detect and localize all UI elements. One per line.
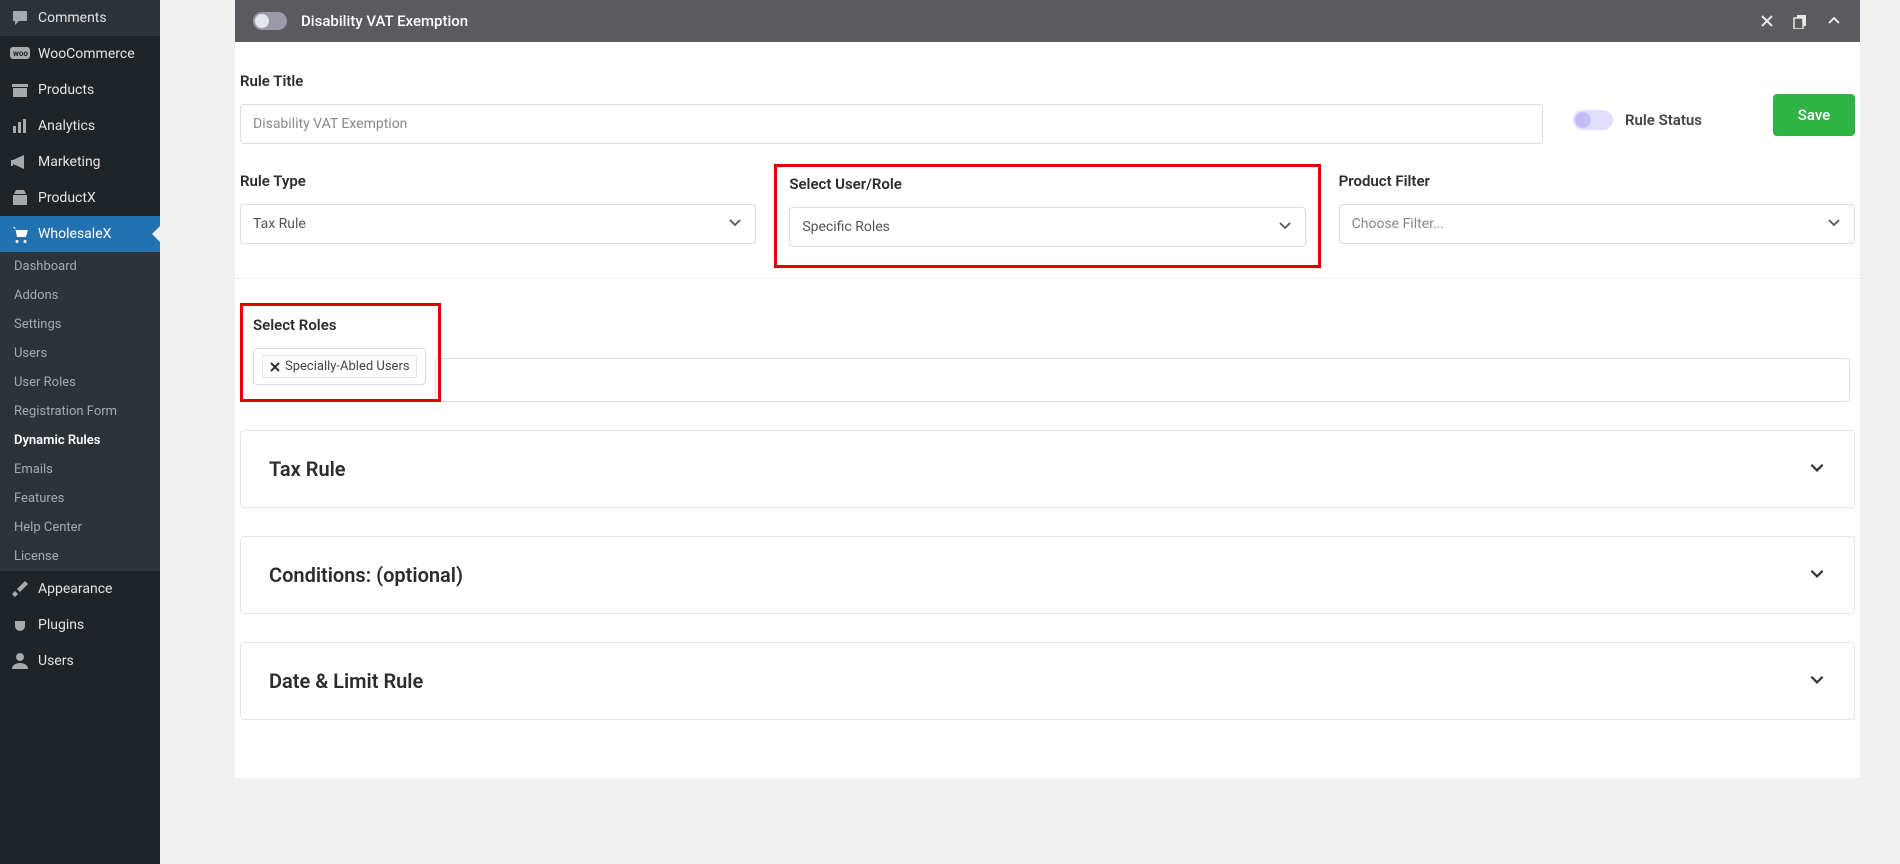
chevron-down-icon bbox=[1808, 670, 1826, 692]
select-user-value: Specific Roles bbox=[802, 219, 890, 235]
accordion-tax-rule[interactable]: Tax Rule bbox=[240, 430, 1855, 508]
rule-panel: Disability VAT Exemption Rule Title Dis bbox=[235, 0, 1860, 778]
chevron-down-icon bbox=[1808, 564, 1826, 586]
role-tag: Specially-Abled Users bbox=[262, 355, 417, 378]
panel-title: Disability VAT Exemption bbox=[301, 12, 1746, 30]
accordion-date-limit[interactable]: Date & Limit Rule bbox=[240, 642, 1855, 720]
row-selectors: Rule Type Tax Rule Select User/Role Spec… bbox=[235, 172, 1860, 279]
submenu-addons[interactable]: Addons bbox=[0, 281, 160, 310]
brush-icon bbox=[10, 579, 30, 599]
accordion-title: Tax Rule bbox=[269, 457, 346, 481]
submenu-users[interactable]: Users bbox=[0, 339, 160, 368]
panel-header: Disability VAT Exemption bbox=[235, 0, 1860, 42]
product-filter-label: Product Filter bbox=[1339, 172, 1855, 190]
sidebar-item-plugins[interactable]: Plugins bbox=[0, 607, 160, 643]
chevron-up-icon[interactable] bbox=[1826, 13, 1842, 29]
sidebar-item-productx[interactable]: ProductX bbox=[0, 180, 160, 216]
sidebar-label: Comments bbox=[38, 10, 107, 26]
sidebar-item-woocommerce[interactable]: woo WooCommerce bbox=[0, 36, 160, 72]
sidebar-submenu: Dashboard Addons Settings Users User Rol… bbox=[0, 252, 160, 571]
rule-type-label: Rule Type bbox=[240, 172, 756, 190]
sidebar-label: Products bbox=[38, 82, 94, 98]
sidebar-item-products[interactable]: Products bbox=[0, 72, 160, 108]
copy-icon[interactable] bbox=[1792, 13, 1808, 29]
sidebar-label: Analytics bbox=[38, 118, 95, 134]
shopping-icon bbox=[10, 188, 30, 208]
sidebar-item-users[interactable]: Users bbox=[0, 643, 160, 679]
sidebar-label: Marketing bbox=[38, 154, 101, 170]
submenu-user-roles[interactable]: User Roles bbox=[0, 368, 160, 397]
rule-type-value: Tax Rule bbox=[253, 216, 306, 232]
main-content: Disability VAT Exemption Rule Title Dis bbox=[160, 0, 1900, 864]
submenu-help-center[interactable]: Help Center bbox=[0, 513, 160, 542]
group-rule-title: Rule Title Disability VAT Exemption bbox=[240, 72, 1543, 144]
accordion-title: Conditions: (optional) bbox=[269, 563, 463, 587]
chevron-down-icon bbox=[727, 214, 743, 234]
cart-icon bbox=[10, 224, 30, 244]
select-user-label: Select User/Role bbox=[789, 175, 1305, 193]
group-product-filter: Product Filter Choose Filter... bbox=[1339, 172, 1855, 250]
rule-title-label: Rule Title bbox=[240, 72, 1543, 90]
sidebar-label: Plugins bbox=[38, 617, 84, 633]
megaphone-icon bbox=[10, 152, 30, 172]
roles-input-extension[interactable] bbox=[435, 358, 1850, 402]
submenu-dynamic-rules[interactable]: Dynamic Rules bbox=[0, 426, 160, 455]
submenu-registration-form[interactable]: Registration Form bbox=[0, 397, 160, 426]
chevron-down-icon bbox=[1277, 217, 1293, 237]
rule-status-label: Rule Status bbox=[1625, 111, 1702, 129]
submenu-license[interactable]: License bbox=[0, 542, 160, 571]
user-icon bbox=[10, 651, 30, 671]
panel-toggle[interactable] bbox=[253, 12, 287, 30]
rule-title-input[interactable]: Disability VAT Exemption bbox=[240, 104, 1543, 144]
sidebar-label: ProductX bbox=[38, 190, 96, 206]
product-filter-select[interactable]: Choose Filter... bbox=[1339, 204, 1855, 244]
sidebar-item-comments[interactable]: Comments bbox=[0, 0, 160, 36]
woo-icon: woo bbox=[10, 44, 30, 64]
select-roles-highlight: Select Roles Specially-Abled Users bbox=[240, 303, 441, 402]
product-filter-value: Choose Filter... bbox=[1352, 216, 1444, 232]
chevron-down-icon bbox=[1826, 214, 1842, 234]
archive-icon bbox=[10, 80, 30, 100]
chart-icon bbox=[10, 116, 30, 136]
select-user-select[interactable]: Specific Roles bbox=[789, 207, 1305, 247]
sidebar-item-wholesalex[interactable]: WholesaleX bbox=[0, 216, 160, 252]
admin-sidebar: Comments woo WooCommerce Products Analyt… bbox=[0, 0, 160, 864]
accordion-title: Date & Limit Rule bbox=[269, 669, 423, 693]
submenu-dashboard[interactable]: Dashboard bbox=[0, 252, 160, 281]
roles-tag-input[interactable]: Specially-Abled Users bbox=[253, 348, 426, 385]
sidebar-item-marketing[interactable]: Marketing bbox=[0, 144, 160, 180]
role-tag-label: Specially-Abled Users bbox=[285, 359, 410, 374]
remove-tag-icon[interactable] bbox=[269, 361, 281, 373]
rule-type-select[interactable]: Tax Rule bbox=[240, 204, 756, 244]
sidebar-label: Users bbox=[38, 653, 74, 669]
svg-text:woo: woo bbox=[13, 49, 28, 58]
group-rule-status: Rule Status bbox=[1573, 72, 1743, 144]
submenu-emails[interactable]: Emails bbox=[0, 455, 160, 484]
group-rule-type: Rule Type Tax Rule bbox=[240, 172, 756, 250]
row-roles: Select Roles Specially-Abled Users bbox=[235, 279, 1860, 430]
sidebar-label: Appearance bbox=[38, 581, 112, 597]
submenu-features[interactable]: Features bbox=[0, 484, 160, 513]
submenu-settings[interactable]: Settings bbox=[0, 310, 160, 339]
sidebar-item-analytics[interactable]: Analytics bbox=[0, 108, 160, 144]
chevron-down-icon bbox=[1808, 458, 1826, 480]
close-icon[interactable] bbox=[1760, 14, 1774, 28]
rule-title-value: Disability VAT Exemption bbox=[253, 116, 407, 132]
row-title: Rule Title Disability VAT Exemption Rule… bbox=[235, 72, 1860, 172]
sidebar-item-appearance[interactable]: Appearance bbox=[0, 571, 160, 607]
group-select-user-role: Select User/Role Specific Roles bbox=[774, 164, 1320, 268]
rule-status-toggle[interactable] bbox=[1573, 110, 1613, 130]
panel-body: Rule Title Disability VAT Exemption Rule… bbox=[235, 42, 1860, 778]
panel-actions bbox=[1760, 13, 1842, 29]
save-button[interactable]: Save bbox=[1773, 94, 1855, 136]
comment-icon bbox=[10, 8, 30, 28]
accordion-conditions[interactable]: Conditions: (optional) bbox=[240, 536, 1855, 614]
plug-icon bbox=[10, 615, 30, 635]
sidebar-label: WholesaleX bbox=[38, 226, 111, 242]
select-roles-label: Select Roles bbox=[253, 316, 426, 334]
sidebar-label: WooCommerce bbox=[38, 46, 135, 62]
